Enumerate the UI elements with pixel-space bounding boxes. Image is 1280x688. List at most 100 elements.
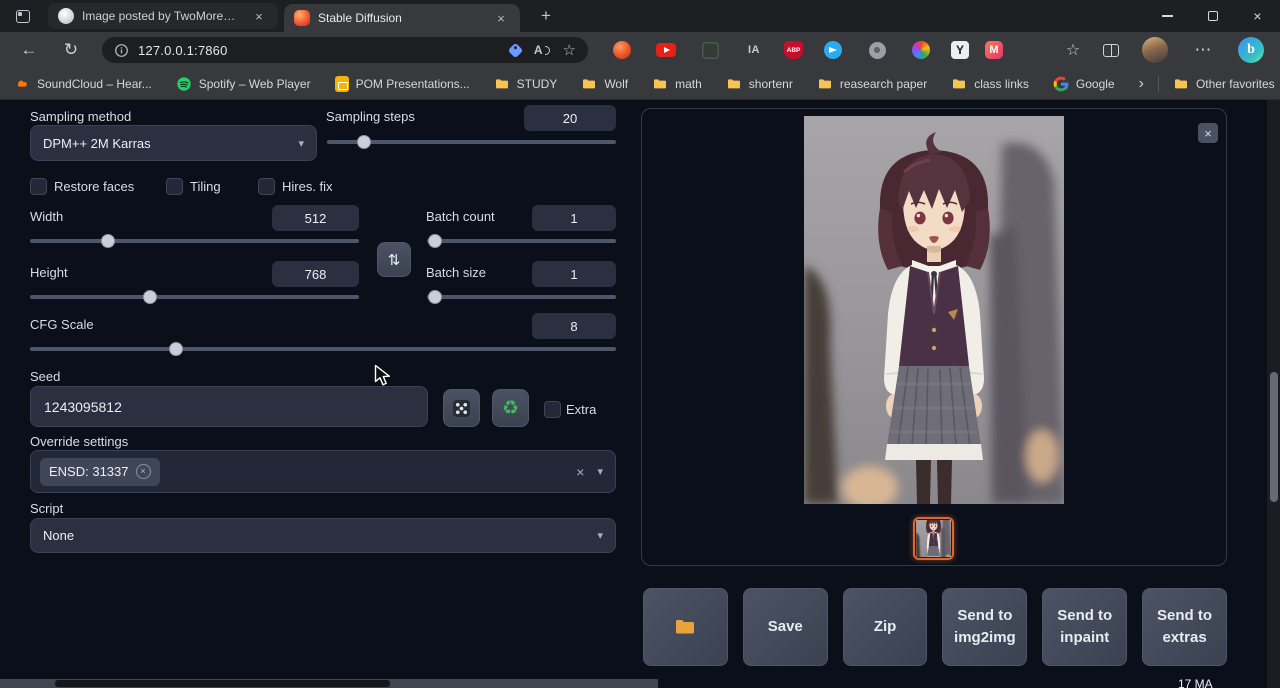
restore-faces-checkbox[interactable] xyxy=(30,178,47,195)
slider-handle[interactable] xyxy=(101,234,115,248)
extension-icon-dark[interactable] xyxy=(696,39,724,61)
bookmark-folder-class-links[interactable]: class links xyxy=(951,76,1029,92)
sampling-steps-slider[interactable] xyxy=(327,140,616,144)
batch-size-value[interactable]: 1 xyxy=(532,261,616,287)
script-dropdown[interactable]: None ▾ xyxy=(30,518,616,553)
send-to-img2img-button[interactable]: Send to img2img xyxy=(942,588,1027,666)
bookmark-google[interactable]: Google xyxy=(1053,76,1115,92)
close-tab-icon[interactable]: × xyxy=(250,7,268,25)
extension-icon-m[interactable]: M xyxy=(985,41,1003,59)
bookmark-folder-study[interactable]: STUDY xyxy=(494,76,558,92)
tab-stable-diffusion[interactable]: Stable Diffusion × xyxy=(284,4,520,32)
bookmark-folder-shortenr[interactable]: shortenr xyxy=(726,76,793,92)
extension-icon-ia[interactable]: IA xyxy=(740,39,768,61)
hires-fix-checkbox[interactable] xyxy=(258,178,275,195)
send-to-inpaint-button[interactable]: Send to inpaint xyxy=(1042,588,1127,666)
vertical-scrollbar-thumb[interactable] xyxy=(1270,372,1278,502)
batch-count-value[interactable]: 1 xyxy=(532,205,616,231)
batch-size-slider[interactable] xyxy=(427,295,616,299)
soundcloud-icon xyxy=(14,76,30,92)
read-aloud-icon[interactable]: A xyxy=(534,43,550,57)
tab-title: Stable Diffusion xyxy=(318,11,484,25)
seed-input[interactable] xyxy=(30,386,428,427)
shopping-tag-icon[interactable] xyxy=(508,42,524,58)
send-to-extras-button[interactable]: Send to extras xyxy=(1142,588,1227,666)
random-seed-button[interactable] xyxy=(443,389,480,427)
refresh-button[interactable]: ↻ xyxy=(56,32,86,68)
override-settings-box[interactable]: ENSD: 31337 × × ▾ xyxy=(30,450,616,493)
site-info-icon[interactable] xyxy=(114,43,129,58)
extension-icon-colorwheel[interactable] xyxy=(907,39,935,61)
folder-icon xyxy=(1173,76,1189,92)
remove-tag-icon[interactable]: × xyxy=(136,464,151,479)
cfg-scale-value[interactable]: 8 xyxy=(532,313,616,339)
add-favorite-icon[interactable]: ☆ xyxy=(563,41,576,59)
tab-actions-icon[interactable] xyxy=(10,6,36,26)
height-value[interactable]: 768 xyxy=(272,261,359,287)
width-slider[interactable] xyxy=(30,239,359,243)
chevron-down-icon: ▾ xyxy=(298,137,304,150)
reuse-seed-button[interactable]: ♻ xyxy=(492,389,529,427)
swap-dimensions-button[interactable]: ⇅ xyxy=(377,242,411,277)
extension-icon-youtube[interactable] xyxy=(652,39,680,61)
address-bar[interactable]: 127.0.0.1:7860 A ☆ xyxy=(102,37,588,63)
settings-menu-button[interactable]: ⋯ xyxy=(1188,32,1218,68)
bookmarks-overflow-icon[interactable]: › xyxy=(1139,75,1144,93)
seed-label: Seed xyxy=(30,369,60,384)
horizontal-scrollbar-thumb[interactable] xyxy=(55,680,390,687)
save-button[interactable]: Save xyxy=(743,588,828,666)
sampling-method-dropdown[interactable]: DPM++ 2M Karras ▾ xyxy=(30,125,317,161)
horizontal-scrollbar[interactable] xyxy=(0,679,658,688)
batch-count-slider[interactable] xyxy=(427,239,616,243)
clear-override-icon[interactable]: × xyxy=(576,464,584,480)
zip-button[interactable]: Zip xyxy=(843,588,928,666)
new-tab-button[interactable]: + xyxy=(534,5,558,27)
slider-handle[interactable] xyxy=(357,135,371,149)
vertical-scrollbar[interactable] xyxy=(1267,100,1280,688)
batch-count-label: Batch count xyxy=(426,209,495,224)
extension-icon-y[interactable]: Y xyxy=(951,41,969,59)
slider-handle[interactable] xyxy=(169,342,183,356)
folder-icon xyxy=(817,76,833,92)
slider-handle[interactable] xyxy=(428,290,442,304)
gallery-thumbnail[interactable] xyxy=(913,517,954,560)
tiling-checkbox[interactable] xyxy=(166,178,183,195)
bookmark-folder-math[interactable]: math xyxy=(652,76,702,92)
extra-seed-checkbox[interactable] xyxy=(544,401,561,418)
extension-icon-blue[interactable] xyxy=(819,39,847,61)
slider-handle[interactable] xyxy=(143,290,157,304)
close-window-button[interactable]: × xyxy=(1235,0,1280,32)
height-slider[interactable] xyxy=(30,295,359,299)
minimize-button[interactable] xyxy=(1145,0,1190,32)
bookmark-spotify[interactable]: Spotify – Web Player xyxy=(176,76,311,92)
split-screen-icon[interactable] xyxy=(1096,40,1126,60)
slider-handle[interactable] xyxy=(428,234,442,248)
sampling-steps-value[interactable]: 20 xyxy=(524,105,616,131)
bookmark-pom-presentations[interactable]: POM Presentations... xyxy=(335,76,470,92)
generated-image[interactable] xyxy=(804,116,1064,504)
chevron-down-icon[interactable]: ▾ xyxy=(597,465,603,478)
extension-icon-orange[interactable] xyxy=(608,39,636,61)
extension-icon-pin[interactable] xyxy=(863,39,891,61)
extra-seed-label: Extra xyxy=(566,402,596,417)
url-text[interactable]: 127.0.0.1:7860 xyxy=(138,43,228,58)
bookmark-folder-research-paper[interactable]: reasearch paper xyxy=(817,76,927,92)
bookmark-folder-wolf[interactable]: Wolf xyxy=(581,76,628,92)
extension-icon-adblock[interactable]: ABP xyxy=(784,41,803,59)
profile-avatar[interactable] xyxy=(1142,37,1168,63)
back-button[interactable]: ← xyxy=(14,32,44,68)
bookmark-label: shortenr xyxy=(749,77,793,91)
status-text-fragment: 17 MA xyxy=(1178,677,1213,688)
bookmark-soundcloud[interactable]: SoundCloud – Hear... xyxy=(14,76,152,92)
open-folder-button[interactable] xyxy=(643,588,728,666)
copilot-icon[interactable]: b xyxy=(1238,37,1264,63)
tab-reddit-image[interactable]: Image posted by TwoMoreTimes... × xyxy=(48,3,278,29)
other-favorites-button[interactable]: Other favorites xyxy=(1173,76,1275,92)
override-tag[interactable]: ENSD: 31337 × xyxy=(40,458,160,486)
close-tab-icon[interactable]: × xyxy=(492,9,510,27)
maximize-button[interactable] xyxy=(1190,0,1235,32)
close-gallery-button[interactable]: × xyxy=(1198,123,1218,143)
favorites-button[interactable]: ☆ xyxy=(1058,32,1088,68)
width-value[interactable]: 512 xyxy=(272,205,359,231)
cfg-scale-slider[interactable] xyxy=(30,347,616,351)
